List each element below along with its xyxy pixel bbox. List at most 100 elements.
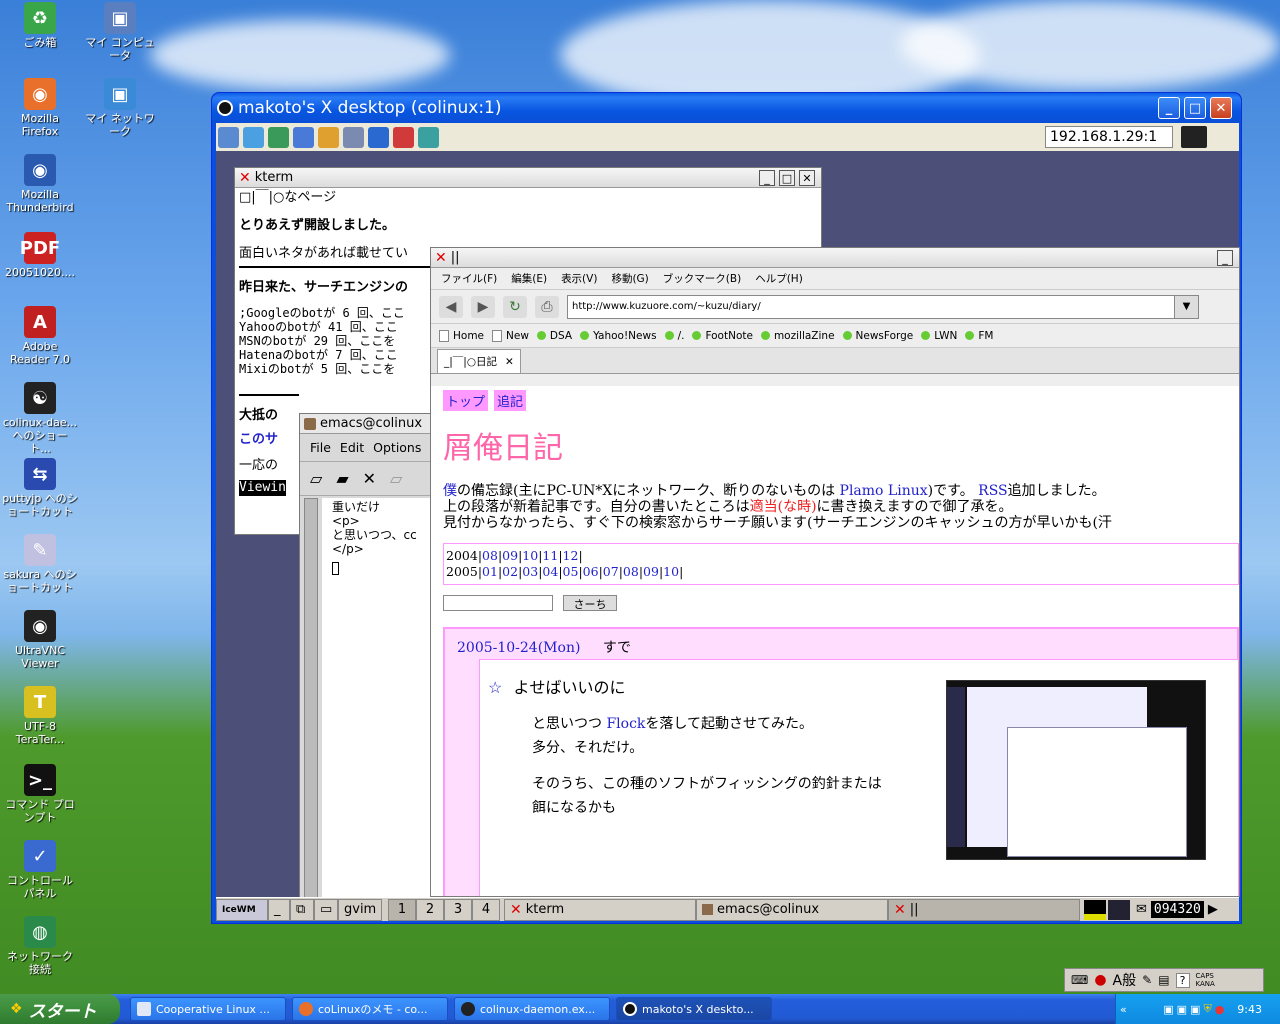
kterm-close-button[interactable]: ✕ bbox=[799, 170, 815, 186]
desktop-icon[interactable]: ◉ UltraVNC Viewer bbox=[2, 610, 78, 670]
desktop-icon[interactable]: ◉ Mozilla Thunderbird bbox=[2, 154, 78, 214]
antivirus-icon[interactable]: ● bbox=[1215, 1003, 1225, 1016]
full-screen-icon[interactable] bbox=[393, 126, 414, 148]
bookmark-item[interactable]: FM bbox=[965, 330, 994, 342]
globe-icon[interactable] bbox=[268, 126, 289, 148]
forward-icon[interactable]: ▶ bbox=[471, 295, 495, 318]
mail-icon[interactable]: ✉ bbox=[1136, 902, 1147, 917]
x-menu-button[interactable]: IceWM bbox=[216, 898, 268, 921]
firefox-title-bar[interactable]: ✕ || _ bbox=[431, 248, 1239, 268]
workspace-button[interactable]: 3 bbox=[444, 898, 472, 921]
window-list-icon[interactable]: ⧉ bbox=[290, 898, 314, 921]
desktop-icon[interactable]: ◍ ネットワーク接続 bbox=[2, 916, 78, 976]
firefox-menu-item[interactable]: ヘルプ(H) bbox=[755, 271, 803, 286]
new-file-icon[interactable]: ▱ bbox=[310, 469, 322, 488]
task-cooperative-linux[interactable]: Cooperative Linux ... bbox=[130, 997, 286, 1021]
bookmark-item[interactable]: LWN bbox=[921, 330, 957, 342]
open-folder-icon[interactable]: ▰ bbox=[336, 469, 348, 488]
rss-link[interactable]: RSS bbox=[978, 483, 1007, 499]
bookmark-item[interactable]: Yahoo!News bbox=[580, 330, 657, 342]
close-button[interactable]: ✕ bbox=[1210, 97, 1232, 119]
desktop-icon[interactable]: ☯ colinux-dae... へのショート... bbox=[2, 382, 78, 455]
workspace-button[interactable]: 4 bbox=[472, 898, 500, 921]
kterm-maximize-button[interactable]: □ bbox=[779, 170, 795, 186]
workspace-button[interactable]: 1 bbox=[388, 898, 416, 921]
ime-mode-icon[interactable]: ● bbox=[1094, 972, 1106, 988]
archive-month-link[interactable]: 11 bbox=[542, 548, 558, 563]
desktop-icon[interactable]: T UTF-8 TeraTer... bbox=[2, 686, 78, 746]
nav-append-link[interactable]: 追記 bbox=[494, 390, 527, 411]
kterm-minimize-button[interactable]: _ bbox=[759, 170, 775, 186]
info-icon[interactable] bbox=[368, 126, 389, 148]
url-dropdown-icon[interactable]: ▼ bbox=[1174, 295, 1198, 318]
plamo-link[interactable]: Plamo Linux bbox=[840, 483, 928, 499]
archive-month-link[interactable]: 12 bbox=[563, 548, 579, 563]
emacs-menu-item[interactable]: Edit bbox=[340, 440, 364, 455]
firefox-menu-item[interactable]: 表示(V) bbox=[561, 271, 597, 286]
network-icon[interactable]: ▣ bbox=[1190, 1003, 1200, 1016]
maximize-button[interactable]: □ bbox=[1184, 97, 1206, 119]
connection-options-icon[interactable] bbox=[218, 126, 239, 148]
tray-expand-icon[interactable]: « bbox=[1120, 1003, 1127, 1016]
desktop-icon[interactable]: ✎ sakura へのショートカット bbox=[2, 534, 78, 594]
emacs-scrollbar[interactable] bbox=[304, 498, 318, 898]
archive-month-link[interactable]: 08 bbox=[623, 564, 639, 579]
flock-link[interactable]: Flock bbox=[606, 716, 645, 732]
archive-month-link[interactable]: 07 bbox=[603, 564, 619, 579]
bookmark-item[interactable]: Home bbox=[439, 329, 484, 342]
task-colinux-daemon[interactable]: colinux-daemon.ex... bbox=[454, 997, 610, 1021]
minimize-button[interactable]: _ bbox=[1158, 97, 1180, 119]
task-kterm[interactable]: ✕ kterm bbox=[504, 898, 696, 921]
kterm-title-bar[interactable]: ✕ kterm _ □ ✕ bbox=[235, 168, 821, 188]
security-shield-icon[interactable]: ⛨ bbox=[1203, 1002, 1211, 1016]
search-input[interactable] bbox=[443, 595, 553, 611]
search-button[interactable]: さーち bbox=[563, 595, 617, 611]
bookmark-item[interactable]: DSA bbox=[536, 330, 572, 342]
archive-month-link[interactable]: 01 bbox=[482, 564, 498, 579]
scroll-right-icon[interactable]: ▶ bbox=[1208, 902, 1218, 917]
gvim-button[interactable]: gvim bbox=[338, 898, 382, 921]
archive-month-link[interactable]: 02 bbox=[502, 564, 518, 579]
text-chat-icon[interactable] bbox=[343, 126, 364, 148]
reload-icon[interactable]: ↻ bbox=[503, 295, 527, 318]
ime-mode[interactable]: A般 bbox=[1113, 970, 1137, 990]
firefox-menu-item[interactable]: ブックマーク(B) bbox=[663, 271, 741, 286]
archive-month-link[interactable]: 06 bbox=[583, 564, 599, 579]
start-button[interactable]: ❖ スタート bbox=[0, 994, 120, 1024]
archive-month-link[interactable]: 05 bbox=[563, 564, 579, 579]
bookmark-item[interactable]: /. bbox=[664, 330, 684, 342]
task-emacs[interactable]: emacs@colinux bbox=[696, 898, 888, 921]
bookmark-item[interactable]: FootNote bbox=[692, 330, 753, 342]
archive-month-link[interactable]: 08 bbox=[482, 548, 498, 563]
archive-month-link[interactable]: 10 bbox=[663, 564, 679, 579]
save-icon[interactable]: ▱ bbox=[390, 469, 402, 488]
firefox-menu-item[interactable]: ファイル(F) bbox=[441, 271, 497, 286]
print-icon[interactable]: ⎙ bbox=[535, 295, 559, 318]
url-bar[interactable]: http://www.kuzuore.com/~kuzu/diary/ ▼ bbox=[567, 294, 1199, 319]
back-icon[interactable]: ◀ bbox=[439, 295, 463, 318]
network-icon[interactable]: ▣ bbox=[1163, 1003, 1173, 1016]
archive-month-link[interactable]: 04 bbox=[542, 564, 558, 579]
refresh-screen-icon[interactable] bbox=[243, 126, 264, 148]
desktop-icon[interactable]: ✓ コントロール パネル bbox=[2, 840, 78, 900]
firefox-menu-item[interactable]: 移動(G) bbox=[611, 271, 648, 286]
entry-date[interactable]: 2005-10-24(Mon) bbox=[457, 640, 580, 656]
ime-tools-icon[interactable]: ▤ bbox=[1158, 973, 1169, 987]
windows-key-icon[interactable] bbox=[318, 126, 339, 148]
archive-month-link[interactable]: 09 bbox=[643, 564, 659, 579]
desktop-icon[interactable]: A Adobe Reader 7.0 bbox=[2, 306, 78, 366]
bookmark-item[interactable]: New bbox=[492, 329, 529, 342]
nav-top-link[interactable]: トップ bbox=[443, 390, 489, 411]
task-firefox[interactable]: ✕ || bbox=[888, 898, 1080, 921]
desktop-icon[interactable]: ⇆ puttyjp へのショートカット bbox=[2, 458, 78, 518]
desktop-icon[interactable]: ▣ マイ コンピュータ bbox=[82, 2, 158, 62]
firefox-minimize-button[interactable]: _ bbox=[1217, 250, 1233, 266]
terminal-icon[interactable]: ▭ bbox=[314, 898, 338, 921]
ime-pad-icon[interactable]: ✎ bbox=[1142, 973, 1152, 987]
close-buffer-icon[interactable]: ✕ bbox=[363, 469, 376, 488]
archive-month-link[interactable]: 03 bbox=[522, 564, 538, 579]
transfer-icon[interactable] bbox=[293, 126, 314, 148]
emacs-menu-item[interactable]: Options bbox=[373, 440, 421, 455]
firefox-menu-item[interactable]: 編集(E) bbox=[511, 271, 547, 286]
me-link[interactable]: 僕 bbox=[443, 483, 457, 499]
